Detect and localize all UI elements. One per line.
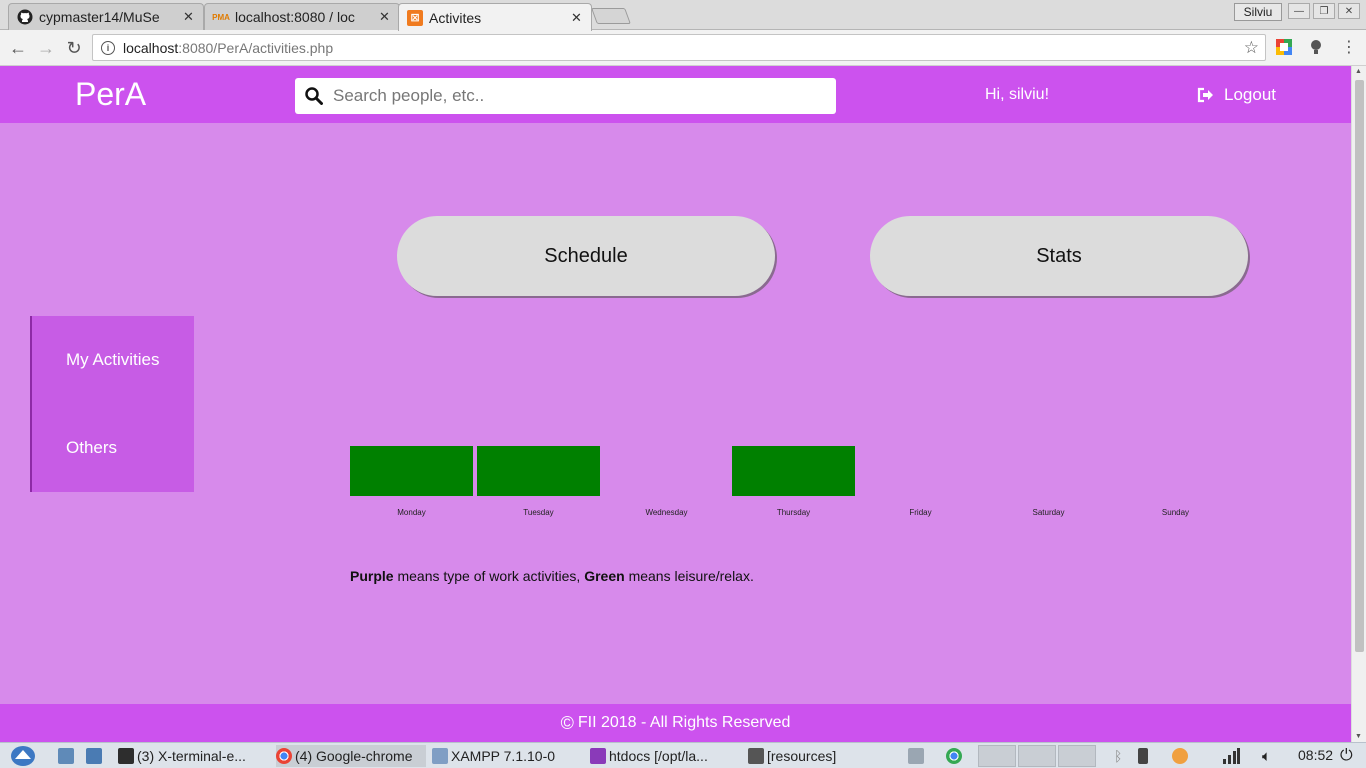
logout-link[interactable]: Logout (1197, 85, 1276, 105)
browser-tab-strip: cypmaster14/MuSe ✕ PMA localhost:8080 / … (0, 0, 1366, 31)
scroll-down-icon[interactable]: ▼ (1355, 733, 1362, 740)
logout-label: Logout (1224, 85, 1276, 104)
taskbar-item-chrome[interactable]: (4) Google-chrome (276, 745, 426, 767)
copyright-icon: © (560, 712, 574, 733)
browser-toolbar: ← → ↻ i localhost:8080/PerA/activities.p… (0, 30, 1366, 66)
day-label-monday: Monday (397, 508, 426, 517)
day-label-sunday: Sunday (1161, 508, 1190, 517)
workspace-icon[interactable] (86, 745, 105, 767)
taskbar-item-xampp[interactable]: XAMPP 7.1.10-0 (432, 745, 582, 767)
search-bar[interactable] (295, 78, 836, 114)
day-label-saturday: Saturday (1032, 508, 1065, 517)
browser-tab-github[interactable]: cypmaster14/MuSe ✕ (8, 3, 204, 30)
activity-bar-tuesday (477, 446, 600, 496)
legend-purple-text: means type of work activities, (393, 568, 585, 584)
site-header: PerA Hi, silviu! Logout (0, 66, 1351, 123)
nav-item-others[interactable]: Others (66, 438, 117, 458)
url-path: :8080/PerA/activities.php (178, 39, 334, 56)
notification-icon[interactable] (1172, 745, 1191, 767)
taskbar-clock: 08:52 (1298, 747, 1334, 763)
scrollbar-thumb[interactable] (1355, 80, 1364, 652)
schedule-button[interactable]: Schedule (397, 216, 775, 296)
info-icon[interactable]: i (101, 40, 115, 55)
tab-title: cypmaster14/MuSe (39, 9, 160, 25)
new-tab-button[interactable] (591, 8, 631, 24)
extension-lightbulb-icon[interactable] (1307, 38, 1325, 56)
user-greeting: Hi, silviu! (985, 86, 1050, 103)
start-menu-icon[interactable] (10, 745, 36, 767)
close-window-icon[interactable]: ✕ (1338, 3, 1360, 19)
battery-icon[interactable] (1138, 745, 1151, 767)
page-content: PerA Hi, silviu! Logout Schedule Stats M… (0, 66, 1351, 742)
os-taskbar: (3) X-terminal-e... (4) Google-chrome XA… (0, 742, 1366, 768)
day-label-friday: Friday (909, 508, 932, 517)
chrome-launcher-icon[interactable] (946, 745, 965, 767)
browser-tab-phpmyadmin[interactable]: PMA localhost:8080 / loc ✕ (204, 3, 400, 30)
minimize-icon[interactable]: — (1288, 3, 1310, 19)
side-navigation: My Activities Others (30, 316, 194, 492)
github-icon (17, 9, 33, 25)
logout-icon (1197, 87, 1214, 103)
brand-logo[interactable]: PerA (75, 76, 146, 113)
window-switcher-icon[interactable] (908, 745, 927, 767)
terminal-icon (118, 748, 134, 764)
chrome-icon (276, 748, 292, 764)
forward-arrow-icon[interactable]: → (34, 36, 58, 60)
scroll-up-icon[interactable]: ▲ (1355, 68, 1362, 75)
activity-bar-thursday (732, 446, 855, 496)
profile-button[interactable]: Silviu (1234, 3, 1282, 21)
taskbar-item-resources[interactable]: [resources] (748, 745, 898, 767)
tab-title: Activites (429, 9, 482, 26)
search-icon (305, 87, 323, 105)
url-host: localhost (123, 39, 179, 56)
close-icon[interactable]: ✕ (379, 9, 391, 25)
stats-button[interactable]: Stats (870, 216, 1248, 296)
xampp-icon: ⊠ (407, 9, 423, 26)
address-bar[interactable]: i localhost:8080/PerA/activities.php ☆ (92, 34, 1266, 61)
network-signal-icon[interactable] (1222, 745, 1240, 767)
workspace-3[interactable] (1058, 745, 1096, 767)
workspace-1[interactable] (978, 745, 1016, 767)
restore-icon[interactable]: ❐ (1313, 3, 1335, 19)
power-icon[interactable]: ⏻ (1340, 745, 1353, 767)
day-label-tuesday: Tuesday (523, 508, 554, 517)
phpstorm-icon (590, 748, 606, 764)
legend-green-label: Green (584, 568, 625, 584)
taskbar-item-terminal[interactable]: (3) X-terminal-e... (118, 745, 268, 767)
volume-icon[interactable]: 🔈︎ (1262, 745, 1271, 767)
day-label-thursday: Thursday (776, 508, 811, 517)
browser-tab-activites[interactable]: ⊠ Activites ✕ (398, 3, 592, 31)
close-icon[interactable]: ✕ (183, 9, 195, 25)
close-icon[interactable]: ✕ (571, 10, 583, 26)
extension-google-icon[interactable] (1275, 38, 1293, 56)
phpmyadmin-icon: PMA (212, 12, 230, 22)
show-desktop-icon[interactable] (58, 745, 77, 767)
activity-bar-monday (350, 446, 473, 496)
bookmark-star-icon[interactable]: ☆ (1244, 38, 1259, 58)
taskbar-item-htdocs[interactable]: htdocs [/opt/la... (590, 745, 740, 767)
back-arrow-icon[interactable]: ← (6, 36, 30, 60)
legend-green-text: means leisure/relax. (624, 568, 754, 584)
day-label-wednesday: Wednesday (645, 508, 688, 517)
chart-legend: Purple means type of work activities, Gr… (350, 568, 754, 584)
reload-icon[interactable]: ↻ (62, 36, 86, 60)
menu-icon[interactable]: ⋮ (1340, 38, 1358, 56)
workspace-2[interactable] (1018, 745, 1056, 767)
footer-text: FII 2018 - All Rights Reserved (577, 714, 791, 731)
tab-title: localhost:8080 / loc (235, 9, 355, 25)
search-input[interactable] (333, 86, 813, 106)
site-footer: © FII 2018 - All Rights Reserved (0, 704, 1351, 742)
bluetooth-icon[interactable]: ᛒ (1114, 745, 1122, 767)
folder-icon (748, 748, 764, 764)
legend-purple-label: Purple (350, 568, 394, 584)
window-icon (432, 748, 448, 764)
nav-item-my-activities[interactable]: My Activities (66, 350, 160, 370)
page-scrollbar[interactable]: ▲ ▼ (1351, 66, 1366, 742)
